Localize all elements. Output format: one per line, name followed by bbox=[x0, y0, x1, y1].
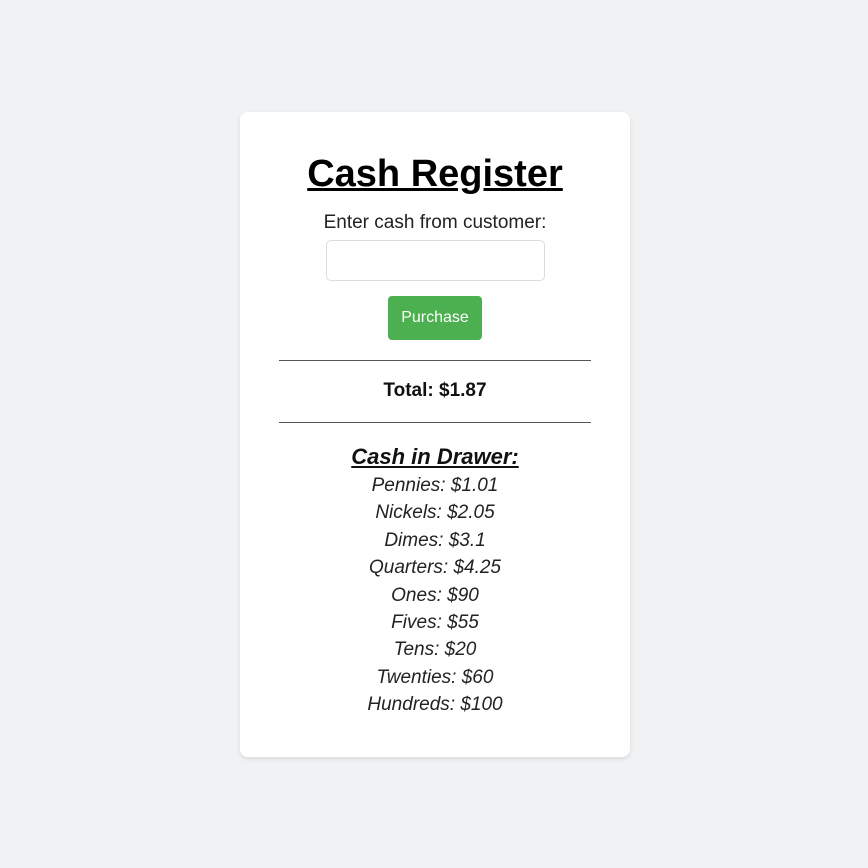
drawer-title: Cash in Drawer: bbox=[351, 444, 519, 469]
drawer-item-quarters: Quarters: $4.25 bbox=[368, 557, 502, 579]
drawer-item-twenties: Twenties: $60 bbox=[376, 666, 494, 688]
divider-top bbox=[279, 360, 591, 361]
cash-register-card: Cash Register Enter cash from customer: … bbox=[240, 112, 630, 757]
drawer-item-ones: Ones: $90 bbox=[391, 584, 479, 606]
drawer-item-pennies: Pennies: $1.01 bbox=[371, 475, 499, 496]
drawer-item-tens: Tens: $20 bbox=[393, 639, 477, 661]
drawer-item-nickels: Nickels: $2.05 bbox=[375, 502, 495, 524]
drawer-list: Pennies: $1.01 Nickels: $2.05 Dimes: $3.… bbox=[240, 472, 630, 719]
divider-bottom bbox=[279, 422, 591, 423]
page-title: Cash Register bbox=[307, 153, 563, 195]
page: Cash Register Enter cash from customer: … bbox=[0, 0, 868, 868]
total-text: Total: $1.87 bbox=[383, 380, 487, 401]
drawer-item-hundreds: Hundreds: $100 bbox=[367, 694, 503, 716]
drawer-item-fives: Fives: $55 bbox=[391, 612, 479, 634]
cash-input[interactable] bbox=[325, 240, 545, 281]
purchase-button[interactable]: Purchase bbox=[388, 296, 482, 340]
drawer-item-dimes: Dimes: $3.1 bbox=[384, 529, 486, 551]
cash-input-label: Enter cash from customer: bbox=[323, 212, 547, 233]
